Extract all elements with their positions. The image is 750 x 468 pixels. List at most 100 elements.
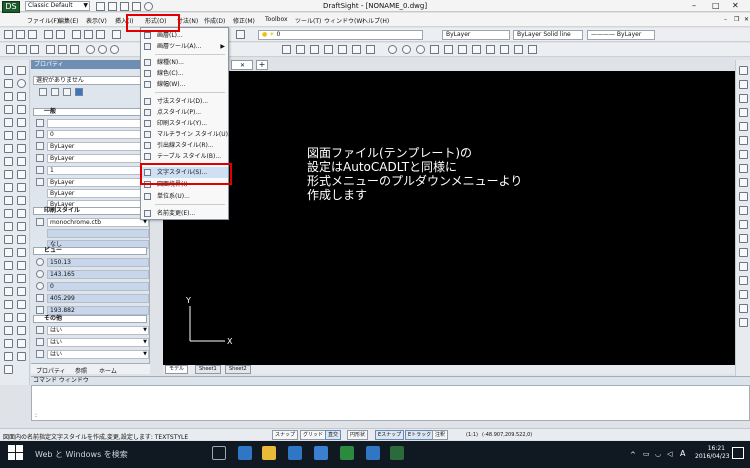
new-icon[interactable] [4,30,13,39]
tray-network-icon[interactable]: ▭ [643,450,650,458]
menu-toolbox[interactable]: Toolbox [265,16,288,23]
zoom-icon[interactable] [46,45,55,54]
annotation-toggle[interactable]: 注釈 [432,430,449,440]
trim-tool-icon[interactable] [4,170,13,179]
redline-icon[interactable] [739,318,748,327]
section-general[interactable]: 一般 [33,108,147,116]
section-other[interactable]: その他 [33,315,147,323]
text-tool-icon[interactable] [17,118,26,127]
osnap-perpendicular-icon[interactable] [472,45,481,54]
annotation-scale[interactable]: (1:1) [466,432,478,438]
ray-icon[interactable] [282,45,291,54]
ellipse-tool-icon[interactable] [17,105,26,114]
ordinate-dim-icon[interactable] [366,45,375,54]
new-tab-button[interactable]: + [256,60,268,70]
menu-item-point-style[interactable]: 点スタイル(P)... [141,107,228,118]
windows-start-icon[interactable] [8,445,24,461]
menu-file[interactable]: ファイル(F) [27,16,59,25]
tab-references[interactable]: 参照 [75,366,87,375]
area-tool-icon[interactable] [17,339,26,348]
tab-home[interactable]: ホーム [99,366,117,375]
measure-tool-icon[interactable] [4,300,13,309]
prop-print-table[interactable]: monochrome.ctb ▼ [47,218,149,227]
menu-window[interactable]: ウィンドウ(W) [324,16,365,25]
mirror-tool-icon[interactable] [4,157,13,166]
osnap-extension-icon[interactable] [444,45,453,54]
polygon-tool-icon[interactable] [17,92,26,101]
layer-manager-icon[interactable] [236,30,245,39]
leader-tool-icon[interactable] [17,274,26,283]
hatch-tool-icon[interactable] [4,118,13,127]
wipeout-tool-icon[interactable] [17,261,26,270]
save-icon[interactable] [120,2,129,11]
menu-edit[interactable]: 編集(E) [58,16,78,25]
menu-dimension[interactable]: 寸法(N) [177,16,198,25]
dim-ordinate-icon[interactable] [739,136,748,145]
grid-toggle[interactable]: グリッド [300,430,327,440]
ime-indicator[interactable]: A [680,449,685,458]
print-icon[interactable] [44,30,53,39]
dim-continue-icon[interactable] [739,164,748,173]
layer-combo[interactable]: ● ☀ 0 [258,30,423,40]
color-combo[interactable]: ByLayer [442,30,510,40]
point-tool-icon[interactable] [4,235,13,244]
menu-item-dim-style[interactable]: 寸法スタイル(D)... [141,96,228,107]
esnap-toggle[interactable]: Eスナップ [375,430,405,440]
notification-icon[interactable] [732,447,744,459]
dim-angular-icon[interactable] [739,94,748,103]
prop-height[interactable]: 193.882 [47,306,149,315]
prop-ucs-origin[interactable]: はい ▼ [47,338,149,347]
linetype-combo[interactable]: ByLayer Solid line [513,30,583,40]
linear-dim-icon[interactable] [296,45,305,54]
region-tool-icon[interactable] [17,235,26,244]
tab-properties[interactable]: プロパティ [36,366,66,375]
prop-center-y[interactable]: 143.165 [47,270,149,279]
osnap-settings-icon[interactable] [528,45,537,54]
menu-item-table-style[interactable]: テーブル スタイル(B)... [141,151,228,162]
taskbar-clock[interactable]: 16:21 2016/04/23 [695,445,730,461]
osnap-tangent-icon[interactable] [486,45,495,54]
prop-ucs-icon-on[interactable]: はい ▼ [47,326,149,335]
document-tab[interactable]: ✕ [231,60,253,70]
prop-width[interactable]: 405.299 [47,294,149,303]
quick-select-icon[interactable] [63,88,71,96]
circle-icon[interactable] [98,45,107,54]
osnap-insertion-icon[interactable] [458,45,467,54]
command-prompt[interactable]: : [35,412,37,419]
tab-model[interactable]: モデル [165,365,189,374]
stretch-tool-icon[interactable] [17,196,26,205]
drawing-canvas[interactable]: Y X [163,71,735,365]
insert-tool-icon[interactable] [4,261,13,270]
print-preview-icon[interactable] [56,30,65,39]
menu-modify[interactable]: 修正(M) [233,16,255,25]
store-icon[interactable] [288,446,302,460]
copy-tool-icon[interactable] [17,131,26,140]
menu-item-units[interactable]: 単位系(U)... [141,191,228,202]
xline-tool-icon[interactable] [4,287,13,296]
flag-icon[interactable] [739,262,748,271]
menu-item-print-style[interactable]: 印刷スタイル(Y)... [141,118,228,129]
file-explorer-icon[interactable] [262,446,276,460]
osnap-nearest-icon[interactable] [500,45,509,54]
dim-diameter-icon[interactable] [739,122,748,131]
section-print-style[interactable]: 印刷スタイル [33,207,147,215]
join-tool-icon[interactable] [17,222,26,231]
pan-icon[interactable] [58,45,67,54]
revcloud-tool-icon[interactable] [4,274,13,283]
properties-tool-icon[interactable] [4,326,13,335]
menu-view[interactable]: 表示(V) [86,16,107,25]
maximize-icon[interactable]: □ [712,1,720,10]
dim-center-icon[interactable] [739,192,748,201]
draftsight-logo-icon[interactable]: DS [2,1,20,13]
menu-tools[interactable]: ツール(T) [295,16,321,25]
lineweight-combo[interactable]: ———— ByLayer [587,30,655,40]
move-tool-icon[interactable] [4,131,13,140]
close-icon[interactable]: ✕ [732,1,739,10]
orbit-icon[interactable] [86,45,95,54]
prop-center-x[interactable]: 150.13 [47,258,149,267]
menu-item-layer-tools[interactable]: 画層ツール(A)... ▶ [141,41,228,52]
arc-tool-icon[interactable] [4,79,13,88]
tab-sheet1[interactable]: Sheet1 [195,365,221,374]
doc-close-icon[interactable]: ✕ [744,16,749,23]
open-file-icon[interactable] [108,2,117,11]
